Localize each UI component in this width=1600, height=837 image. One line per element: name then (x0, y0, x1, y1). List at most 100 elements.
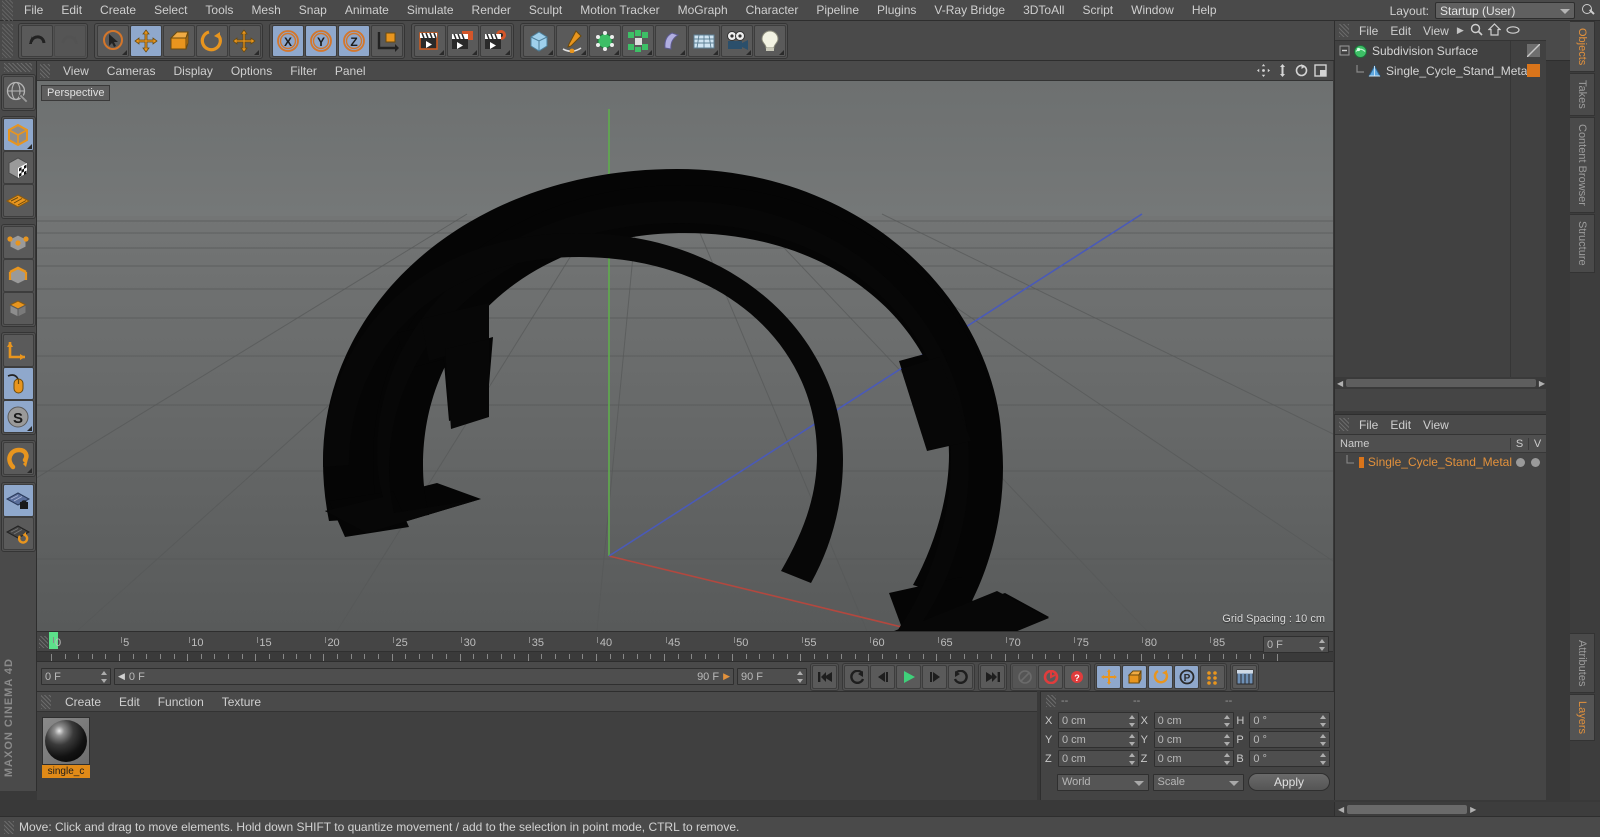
range-right-arrow-icon[interactable]: ▶ (723, 671, 730, 682)
light-menu[interactable] (753, 24, 786, 57)
rotation-h-field[interactable]: 0 ° (1249, 712, 1331, 729)
menu-item-render[interactable]: Render (463, 0, 520, 21)
menu-item-options[interactable]: Options (222, 61, 281, 81)
pan-icon[interactable] (1257, 64, 1270, 77)
menu-item-file[interactable]: File (1353, 21, 1384, 41)
material-manager-body[interactable]: single_c (37, 712, 1037, 800)
left-toolbar-grip[interactable] (4, 63, 32, 72)
menu-item-cameras[interactable]: Cameras (98, 61, 165, 81)
timeline-ruler-panel[interactable]: 051015202530354045505560657075808590 (37, 631, 1333, 662)
layer-solo-toggle[interactable] (1516, 457, 1525, 467)
undo-button[interactable] (20, 24, 53, 57)
edges-mode[interactable] (2, 259, 34, 292)
live-selection-tool[interactable] (96, 24, 129, 57)
menu-item-display[interactable]: Display (164, 61, 221, 81)
render-view-button[interactable] (413, 24, 446, 57)
make-editable-tool[interactable] (2, 76, 34, 109)
scroll-left-arrow-icon[interactable]: ◀ (1337, 379, 1343, 388)
vertical-tab-content-browser[interactable]: Content Browser (1570, 117, 1595, 213)
enable-snap[interactable]: S (2, 400, 34, 433)
menu-item-help[interactable]: Help (1183, 0, 1226, 21)
menu-item-file[interactable]: File (1353, 415, 1384, 435)
next-keyframe-button[interactable] (948, 664, 973, 689)
spinner-icon[interactable] (1320, 753, 1327, 765)
menu-item-view[interactable]: View (1417, 21, 1455, 41)
play-button[interactable] (896, 664, 921, 689)
object-tree-row[interactable]: Subdivision Surface (1335, 41, 1546, 61)
object-manager-tree[interactable]: Subdivision Surface Single_Cycle_Stand_Me… (1335, 41, 1547, 389)
object-tree-row[interactable]: Single_Cycle_Stand_Metal (1335, 61, 1546, 81)
menu-item-edit[interactable]: Edit (52, 0, 91, 21)
home-icon[interactable] (1487, 22, 1502, 39)
step-forward-button[interactable] (922, 664, 947, 689)
frame-range-field[interactable]: ◀ 0 F 90 F ▶ (114, 668, 734, 685)
workplane-mode[interactable] (2, 184, 34, 217)
menu-item-edit[interactable]: Edit (1384, 21, 1417, 41)
layer-color-swatch[interactable] (1359, 456, 1364, 468)
menu-item-function[interactable]: Function (149, 692, 213, 712)
deformer-menu[interactable] (654, 24, 687, 57)
scale-key-toggle[interactable] (1122, 664, 1147, 689)
menu-item-create[interactable]: Create (91, 0, 145, 21)
record-active-objects-button[interactable] (1038, 664, 1063, 689)
play-sound-button[interactable] (1012, 664, 1037, 689)
rotation-b-field[interactable]: 0 ° (1249, 750, 1331, 767)
scroll-right-arrow-icon[interactable]: ▶ (1470, 805, 1476, 814)
camera-menu[interactable] (720, 24, 753, 57)
generator-menu[interactable] (588, 24, 621, 57)
vertical-tab-layers[interactable]: Layers (1570, 694, 1595, 742)
menu-item-panel[interactable]: Panel (326, 61, 375, 81)
rotate-tool[interactable] (195, 24, 228, 57)
go-to-end-button[interactable] (980, 664, 1005, 689)
model-mode[interactable] (2, 118, 34, 151)
maximize-icon[interactable] (1314, 64, 1327, 77)
eye-icon[interactable] (1506, 24, 1520, 38)
layer-visible-toggle[interactable] (1531, 457, 1540, 467)
menu-item-create[interactable]: Create (56, 692, 110, 712)
menu-item-motion-tracker[interactable]: Motion Tracker (571, 0, 668, 21)
material-tag[interactable] (1527, 64, 1540, 77)
position-x-field[interactable]: 0 cm (1058, 712, 1139, 729)
enable-axis-modification[interactable] (2, 334, 34, 367)
go-to-start-button[interactable] (812, 664, 837, 689)
viewport-solo-mouse[interactable] (2, 367, 34, 400)
mograph-menu[interactable] (621, 24, 654, 57)
spline-pen-menu[interactable] (555, 24, 588, 57)
vertical-tab-structure[interactable]: Structure (1570, 213, 1595, 273)
scene-object-menu[interactable] (687, 24, 720, 57)
bottom-horizontal-scrollbar[interactable]: ◀ ▶ (1334, 802, 1600, 816)
parameter-key-toggle[interactable]: P (1174, 664, 1199, 689)
material-manager-grip[interactable] (41, 694, 51, 709)
spinner-icon[interactable] (101, 671, 108, 683)
polygons-mode[interactable] (2, 292, 34, 325)
primitive-cube-menu[interactable] (522, 24, 555, 57)
previous-keyframe-button[interactable] (844, 664, 869, 689)
points-mode[interactable] (2, 226, 34, 259)
autokeying-button[interactable]: ? (1064, 664, 1089, 689)
menu-item-texture[interactable]: Texture (213, 692, 270, 712)
menu-item-edit[interactable]: Edit (1384, 415, 1417, 435)
timeline-grip[interactable] (39, 636, 48, 648)
scroll-thumb[interactable] (1346, 379, 1536, 387)
spinner-icon[interactable] (1224, 715, 1231, 727)
scroll-thumb[interactable] (1347, 804, 1468, 814)
search-icon[interactable] (1470, 23, 1483, 39)
menu-item-character[interactable]: Character (737, 0, 808, 21)
menu-item-tools[interactable]: Tools (196, 0, 242, 21)
point-level-animation-toggle[interactable] (1200, 664, 1225, 689)
material-chip[interactable]: single_c (42, 717, 90, 779)
viewport-3d[interactable]: Perspective Grid Spacing: 10 cm (37, 81, 1333, 631)
scroll-right-arrow-icon[interactable]: ▶ (1539, 379, 1545, 388)
menu-item-select[interactable]: Select (145, 0, 196, 21)
planar-workplane[interactable] (2, 517, 34, 550)
magnet-tool[interactable] (2, 442, 34, 475)
layout-dropdown[interactable]: Startup (User) (1435, 2, 1575, 19)
menu-item-pipeline[interactable]: Pipeline (807, 0, 868, 21)
texture-mode[interactable] (2, 151, 34, 184)
coordinate-system-dropdown[interactable]: World (1057, 773, 1149, 791)
lock-z-axis[interactable]: Z (337, 24, 370, 57)
object-manager-hscroll[interactable]: ◀ ▶ (1335, 377, 1547, 389)
rotation-key-toggle[interactable] (1148, 664, 1173, 689)
current-frame-field[interactable]: 0 F (41, 668, 111, 685)
lock-y-axis[interactable]: Y (304, 24, 337, 57)
